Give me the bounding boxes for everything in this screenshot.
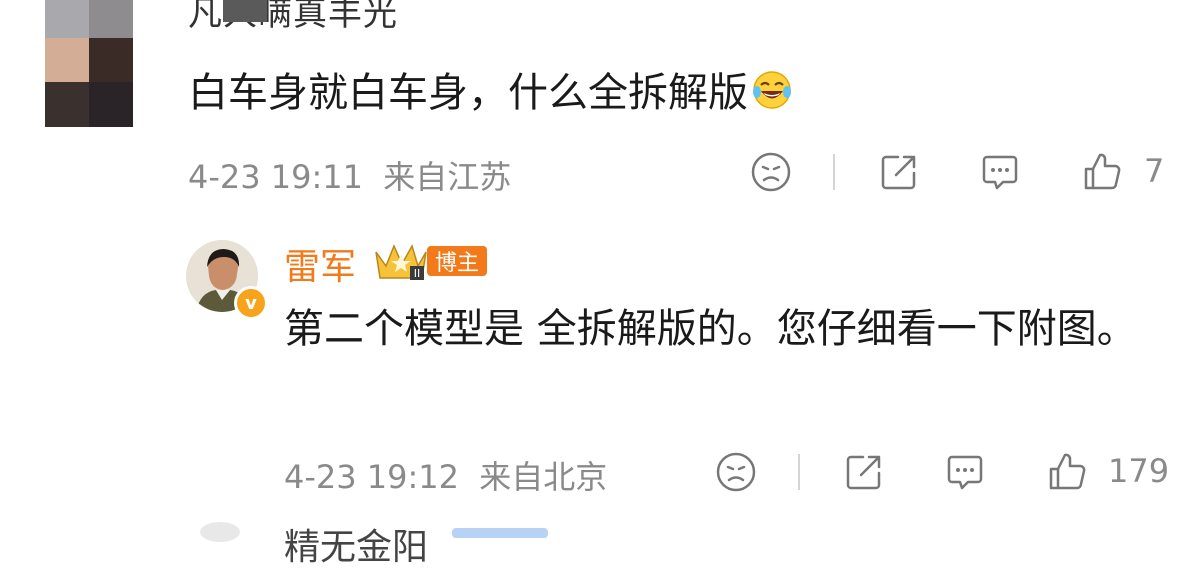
thumbs-up-icon[interactable] [1047, 451, 1089, 493]
svg-text:II: II [414, 267, 421, 280]
username-redaction [223, 0, 267, 22]
like-count: 7 [1144, 152, 1165, 190]
status-badge [452, 528, 548, 538]
laugh-cry-emoji-icon [753, 71, 791, 109]
avatar[interactable] [45, 0, 133, 127]
reply-meta: 4-23 19:12 来自北京 [284, 452, 607, 498]
reply-username[interactable]: 雷军 [284, 238, 356, 290]
share-icon[interactable] [843, 451, 885, 493]
divider [833, 154, 835, 190]
divider [798, 454, 800, 490]
comment-icon[interactable] [979, 151, 1021, 193]
reply-location: 来自北京 [479, 458, 608, 496]
comment-meta: 4-23 19:11 来自江苏 [188, 152, 511, 198]
blogger-badge: 博主 [427, 246, 488, 276]
comment-text: 白车身就白车身，什么全拆解版 [188, 60, 792, 118]
comment-text-body: 白车身就白车身，什么全拆解版 [188, 70, 748, 116]
reply-text: 第二个模型是 全拆解版的。您仔细看一下附图。 [284, 306, 1137, 352]
comment-icon[interactable] [944, 451, 986, 493]
dislike-face-icon[interactable] [715, 451, 757, 493]
comment-location: 来自江苏 [383, 158, 512, 196]
thumbs-up-icon[interactable] [1082, 151, 1124, 193]
crown-level-icon: II [375, 244, 427, 280]
reply-date: 4-23 19:12 [284, 458, 460, 496]
comment-date: 4-23 19:11 [188, 158, 364, 196]
comment-username[interactable]: 凡人瞒真丰光 [188, 0, 398, 35]
like-count: 179 [1108, 452, 1170, 490]
verified-v-badge-icon: v [234, 286, 268, 320]
share-icon[interactable] [878, 151, 920, 193]
next-comment-username[interactable]: 精无金阳 [284, 518, 428, 570]
avatar[interactable] [200, 522, 240, 542]
dislike-face-icon[interactable] [750, 151, 792, 193]
